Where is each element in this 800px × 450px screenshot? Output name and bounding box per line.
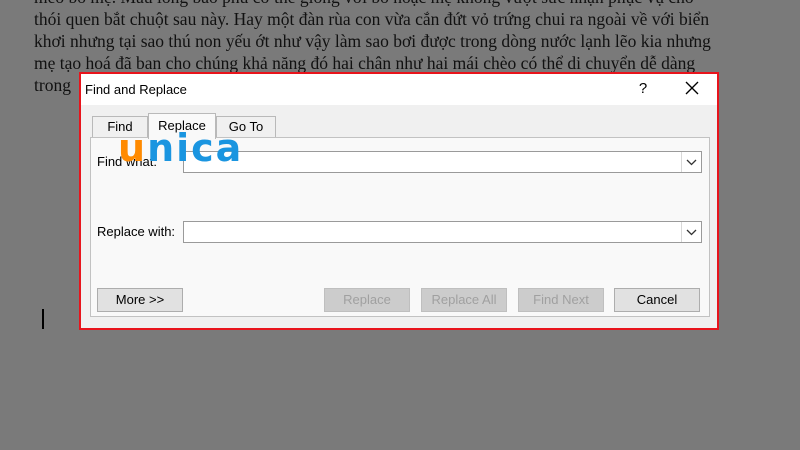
document-line: khơi nhưng tại sao thú non yếu ớt như vậ… (34, 31, 711, 51)
close-button[interactable] (675, 78, 709, 100)
find-next-button[interactable]: Find Next (518, 288, 604, 312)
cancel-button[interactable]: Cancel (614, 288, 700, 312)
more-button[interactable]: More >> (97, 288, 183, 312)
replace-with-combobox[interactable] (183, 221, 702, 243)
watermark-letters-nica: nica (147, 126, 244, 170)
find-and-replace-dialog: Find and Replace ? Find Replace Go To Fi… (79, 72, 719, 330)
replace-with-label: Replace with: (97, 224, 176, 239)
replace-button[interactable]: Replace (324, 288, 410, 312)
dialog-titlebar[interactable]: Find and Replace ? (81, 74, 717, 105)
replace-dropdown-button[interactable] (681, 222, 701, 242)
document-line: thói quen bắt chuột sau này. Hay một đàn… (34, 9, 710, 29)
replace-with-input[interactable] (186, 223, 680, 243)
document-line: mẹ tạo hoá đã ban cho chúng khả năng đó … (34, 53, 696, 73)
dialog-title: Find and Replace (85, 82, 187, 97)
close-icon (685, 81, 699, 95)
find-dropdown-button[interactable] (681, 152, 701, 172)
help-button[interactable]: ? (629, 78, 657, 100)
find-what-input[interactable] (186, 153, 680, 173)
text-insertion-cursor (42, 309, 44, 329)
document-line: mèo bố mẹ. Màu lông bảo phủ cơ thể giống… (34, 0, 764, 8)
chevron-down-icon (686, 159, 697, 166)
watermark-letter-u: u (118, 126, 148, 170)
replace-all-button[interactable]: Replace All (421, 288, 507, 312)
chevron-down-icon (686, 229, 697, 236)
find-what-combobox[interactable] (183, 151, 702, 173)
unica-watermark-logo: unica (118, 128, 243, 168)
